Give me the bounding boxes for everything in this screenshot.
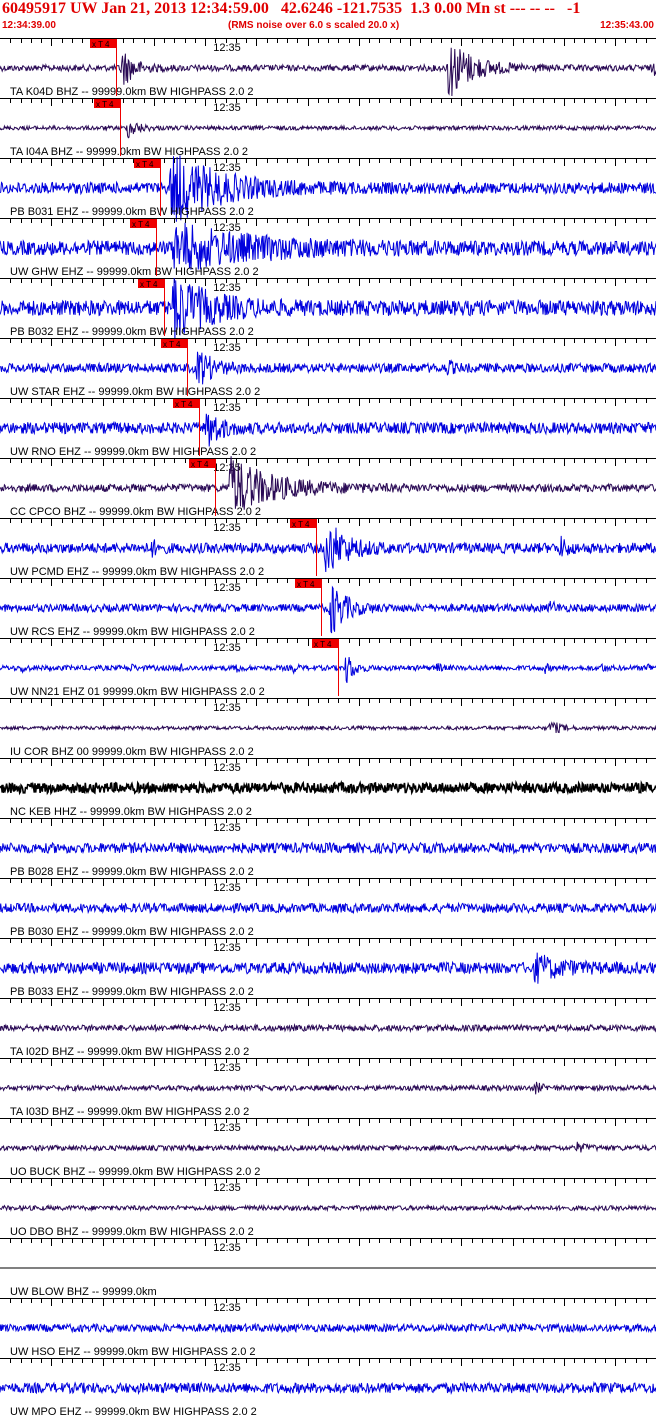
- station-label: UW BLOW BHZ -- 99999.0km: [10, 1286, 157, 1298]
- minute-label: 12:35: [213, 162, 241, 174]
- trace-7: [0, 456, 656, 510]
- trace-15: [0, 952, 656, 984]
- pick-label: x T 4: [140, 280, 158, 289]
- minute-label: 12:35: [213, 522, 241, 534]
- seismogram-plot: 12:35 TA K04D BHZ -- 99999.0km BW HIGHPAS…: [0, 38, 656, 1418]
- station-label: UW RCS EHZ -- 99999.0km BW HIGHPASS 2.0 …: [10, 626, 255, 638]
- minute-label: 12:35: [213, 882, 241, 894]
- station-label: TA I02D BHZ -- 99999.0km BW HIGHPASS 2.0…: [10, 1046, 249, 1058]
- station-label: PB B033 EHZ -- 99999.0km BW HIGHPASS 2.0…: [10, 986, 254, 998]
- station-label: UW STAR EHZ -- 99999.0km BW HIGHPASS 2.0…: [10, 386, 260, 398]
- minute-label: 12:35: [213, 642, 241, 654]
- minute-label: 12:35: [213, 582, 241, 594]
- trace-19: [0, 1203, 656, 1213]
- trace-21: [0, 1322, 656, 1334]
- station-label: CC CPCO BHZ -- 99999.0km BW HIGHPASS 2.0…: [10, 506, 261, 518]
- pick-label: x T 4: [314, 640, 332, 649]
- station-label: PB B031 EHZ -- 99999.0km BW HIGHPASS 2.0…: [10, 206, 254, 218]
- station-label: PB B028 EHZ -- 99999.0km BW HIGHPASS 2.0…: [10, 866, 254, 878]
- trace-1: [0, 122, 656, 139]
- minute-label: 12:35: [213, 1362, 241, 1374]
- minute-label: 12:35: [213, 342, 241, 354]
- station-label: NC KEB HHZ -- 99999.0km BW HIGHPASS 2.0 …: [10, 806, 252, 818]
- station-label: UW GHW EHZ -- 99999.0km BW HIGHPASS 2.0 …: [10, 266, 259, 278]
- trace-3: [0, 222, 656, 270]
- trace-14: [0, 901, 656, 915]
- minute-label: 12:35: [213, 102, 241, 114]
- minute-label: 12:35: [213, 462, 241, 474]
- trace-10: [0, 656, 656, 683]
- pick-label: x T 4: [191, 460, 209, 469]
- trace-12: [0, 779, 656, 796]
- station-label: UO DBO BHZ -- 99999.0km BW HIGHPASS 2.0 …: [10, 1226, 254, 1238]
- minute-label: 12:35: [213, 702, 241, 714]
- minute-label: 12:35: [213, 1062, 241, 1074]
- trace-18: [0, 1141, 656, 1153]
- pick-label: x T 4: [175, 400, 193, 409]
- minute-label: 12:35: [213, 282, 241, 294]
- minute-label: 12:35: [213, 1302, 241, 1314]
- trace-17: [0, 1081, 656, 1095]
- station-label: UW HSO EHZ -- 99999.0km BW HIGHPASS 2.0 …: [10, 1346, 256, 1358]
- pick-label: x T 4: [96, 100, 114, 109]
- minute-label: 12:35: [213, 1182, 241, 1194]
- station-label: TA I03D BHZ -- 99999.0km BW HIGHPASS 2.0…: [10, 1106, 249, 1118]
- minute-label: 12:35: [213, 1002, 241, 1014]
- minute-label: 12:35: [213, 822, 241, 834]
- trace-13: [0, 841, 656, 855]
- minute-label: 12:35: [213, 1242, 241, 1254]
- pick-label: x T 4: [292, 520, 310, 529]
- station-label: IU COR BHZ 00 99999.0km BW HIGHPASS 2.0 …: [10, 746, 254, 758]
- trace-5: [0, 351, 656, 385]
- pick-label: x T 4: [136, 160, 154, 169]
- minute-label: 12:35: [213, 402, 241, 414]
- minute-label: 12:35: [213, 42, 241, 54]
- pick-label: x T 4: [92, 40, 110, 49]
- station-label: UW RNO EHZ -- 99999.0km BW HIGHPASS 2.0 …: [10, 446, 256, 458]
- station-label: PB B032 EHZ -- 99999.0km BW HIGHPASS 2.0…: [10, 326, 254, 338]
- minute-label: 12:35: [213, 222, 241, 234]
- trace-16: [0, 1023, 656, 1034]
- trace-22: [0, 1380, 656, 1396]
- trace-11: [0, 721, 656, 734]
- pick-label: x T 4: [163, 340, 181, 349]
- station-label: TA I04A BHZ -- 99999.0km BW HIGHPASS 2.0…: [10, 146, 248, 158]
- station-label: UO BUCK BHZ -- 99999.0km BW HIGHPASS 2.0…: [10, 1166, 260, 1178]
- minute-label: 12:35: [213, 762, 241, 774]
- pick-label: x T 4: [297, 580, 315, 589]
- station-label: TA K04D BHZ -- 99999.0km BW HIGHPASS 2.0…: [10, 86, 254, 98]
- station-label: UW MPO EHZ -- 99999.0km BW HIGHPASS 2.0 …: [10, 1406, 257, 1418]
- pick-label: x T 4: [132, 220, 150, 229]
- station-label: PB B030 EHZ -- 99999.0km BW HIGHPASS 2.0…: [10, 926, 254, 938]
- minute-label: 12:35: [213, 942, 241, 954]
- station-label: UW NN21 EHZ 01 99999.0km BW HIGHPASS 2.0…: [10, 686, 265, 698]
- station-label: UW PCMD EHZ -- 99999.0km BW HIGHPASS 2.0…: [10, 566, 264, 578]
- minute-label: 12:35: [213, 1122, 241, 1134]
- trace-6: [0, 413, 656, 447]
